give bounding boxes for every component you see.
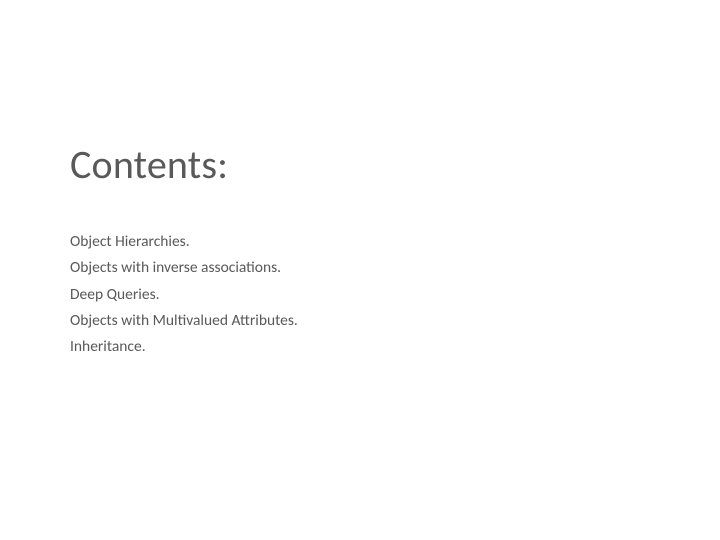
list-item: Objects with Multivalued Attributes. xyxy=(70,308,720,334)
list-item: Inheritance. xyxy=(70,334,720,360)
list-item: Objects with inverse associations. xyxy=(70,255,720,281)
list-item: Deep Queries. xyxy=(70,282,720,308)
list-item: Object Hierarchies. xyxy=(70,229,720,255)
slide: Contents: Object Hierarchies. Objects wi… xyxy=(0,0,720,540)
slide-title: Contents: xyxy=(70,140,720,189)
contents-list: Object Hierarchies. Objects with inverse… xyxy=(70,229,720,361)
